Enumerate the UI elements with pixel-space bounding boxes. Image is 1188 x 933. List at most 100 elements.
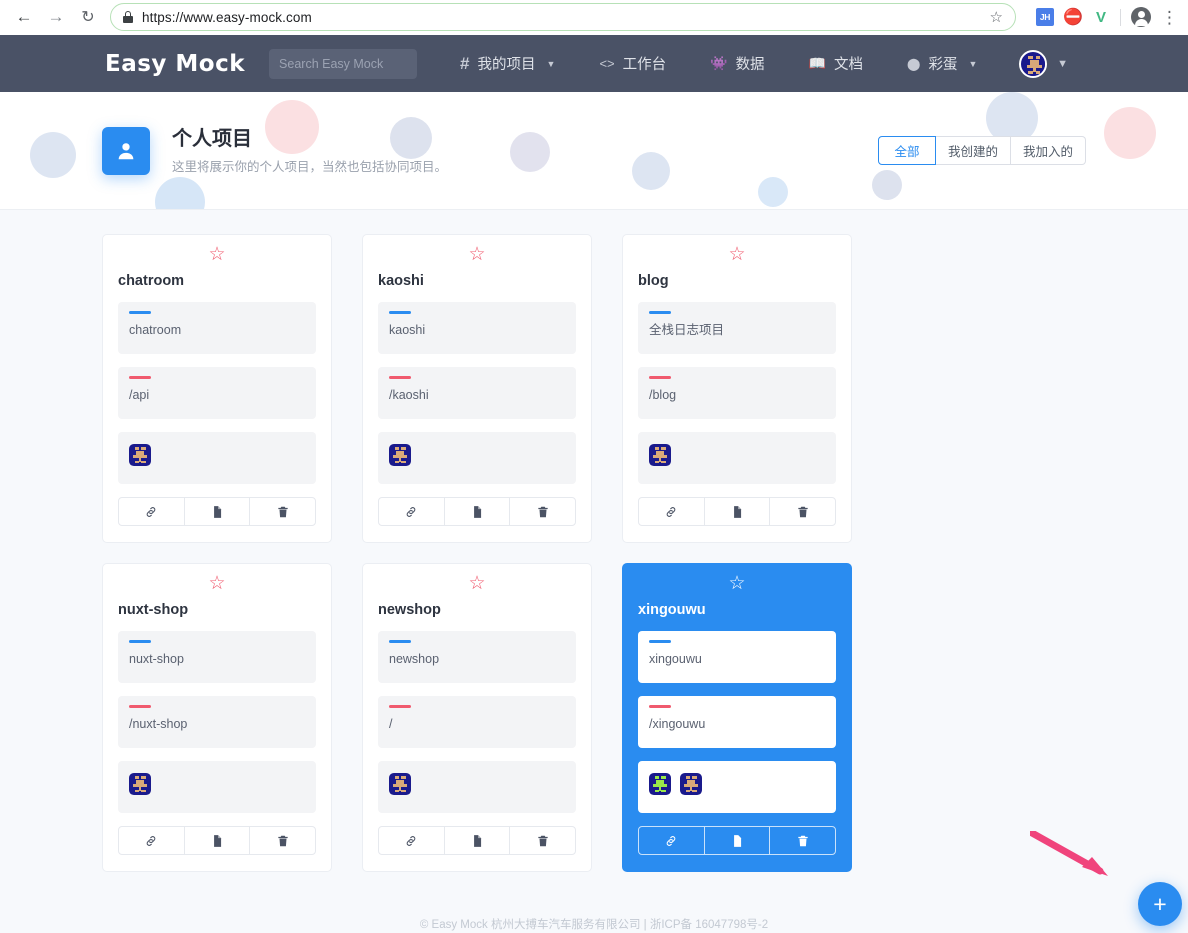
delete-project-button[interactable]: [250, 498, 315, 525]
decorative-circle: [758, 177, 788, 207]
filter-joined-by-me[interactable]: 我加入的: [1010, 136, 1086, 165]
delete-project-button[interactable]: [770, 498, 835, 525]
favorite-star-icon[interactable]: ☆: [623, 574, 851, 593]
nav-label-easter-egg: 彩蛋: [928, 57, 958, 73]
project-path: /api: [129, 387, 150, 402]
copy-project-button[interactable]: [705, 498, 771, 525]
nav-item-data[interactable]: 👾 数据: [710, 53, 764, 74]
nav-label-workbench: 工作台: [622, 57, 667, 73]
nav-label-docs: 文档: [834, 57, 863, 73]
favorite-star-icon[interactable]: ☆: [103, 245, 331, 264]
project-title: nuxt-shop: [118, 602, 189, 618]
project-card-xingouwu[interactable]: ☆ xingouwu xingouwu/xingouwu: [622, 563, 852, 872]
nav-item-my-projects[interactable]: # 我的项目 ▼: [460, 53, 555, 74]
link-icon: [404, 505, 418, 519]
project-description-field: xingouwu: [638, 631, 836, 683]
red-accent-bar: [129, 376, 151, 379]
reload-icon[interactable]: ↻: [74, 3, 102, 31]
copy-project-button[interactable]: [445, 827, 511, 854]
brand-logo[interactable]: Easy Mock: [105, 51, 245, 77]
member-avatar: [649, 773, 671, 795]
address-bar[interactable]: https://www.easy-mock.com ☆: [110, 3, 1016, 31]
copy-project-button[interactable]: [185, 827, 251, 854]
document-icon: [730, 834, 744, 848]
project-description: nuxt-shop: [129, 651, 184, 666]
link-icon: [664, 834, 678, 848]
blue-accent-bar: [649, 311, 671, 314]
user-avatar[interactable]: [1019, 49, 1048, 78]
delete-project-button[interactable]: [510, 498, 575, 525]
favorite-star-icon[interactable]: ☆: [103, 574, 331, 593]
copy-link-button[interactable]: [379, 498, 445, 525]
chevron-down-icon: ▼: [1057, 57, 1068, 70]
kebab-menu-icon[interactable]: ⋮: [1161, 9, 1178, 26]
nav-links: # 我的项目 ▼ <> 工作台 👾 数据 📖 文档 ⬤ 彩蛋 ▼: [460, 53, 977, 74]
member-avatar-row: [389, 441, 565, 466]
favorite-star-icon[interactable]: ☆: [363, 574, 591, 593]
filter-all[interactable]: 全部: [877, 136, 936, 165]
decorative-circle: [30, 132, 76, 178]
jh-extension-icon[interactable]: JH: [1036, 8, 1054, 26]
vue-devtools-icon[interactable]: V: [1092, 8, 1110, 26]
filter-created-by-me[interactable]: 我创建的: [935, 136, 1011, 165]
favorite-star-icon[interactable]: ☆: [363, 245, 591, 264]
nav-item-workbench[interactable]: <> 工作台: [599, 53, 666, 74]
back-arrow-icon[interactable]: ←: [10, 3, 38, 31]
project-card-newshop[interactable]: ☆ newshop newshop /: [362, 563, 592, 872]
project-action-bar: [638, 826, 836, 855]
search-input[interactable]: [269, 48, 418, 79]
page-subtitle: 这里将展示你的个人项目，当然也包括协同项目。: [172, 160, 448, 174]
nav-item-docs[interactable]: 📖 文档: [809, 53, 863, 74]
copy-link-button[interactable]: [379, 827, 445, 854]
star-outline-icon[interactable]: ☆: [990, 8, 1003, 26]
member-avatar: [129, 444, 151, 466]
nav-item-easter-egg[interactable]: ⬤ 彩蛋 ▼: [907, 53, 977, 74]
toolbar-divider: [1120, 8, 1121, 26]
copy-project-button[interactable]: [445, 498, 511, 525]
copy-link-button[interactable]: [639, 827, 705, 854]
delete-project-button[interactable]: [770, 827, 835, 854]
book-icon: 📖: [808, 55, 826, 71]
project-path: /kaoshi: [389, 387, 429, 402]
egg-icon: ⬤: [907, 56, 921, 71]
project-card-nuxt-shop[interactable]: ☆ nuxt-shop nuxt-shop/nuxt-shop: [102, 563, 332, 872]
favorite-star-icon[interactable]: ☆: [623, 245, 851, 264]
trash-icon: [796, 505, 810, 519]
trash-icon: [276, 834, 290, 848]
project-members-field: [118, 761, 316, 813]
link-icon: [664, 505, 678, 519]
navbar-user-area[interactable]: ▼: [1019, 49, 1068, 78]
decorative-circle: [872, 170, 902, 200]
project-card-blog[interactable]: ☆ blog 全栈日志项目/blog: [622, 234, 852, 543]
profile-avatar-icon[interactable]: [1131, 7, 1151, 27]
app-navbar: Easy Mock # 我的项目 ▼ <> 工作台 👾 数据 📖 文档 ⬤ 彩蛋…: [0, 35, 1188, 92]
link-icon: [404, 834, 418, 848]
project-action-bar: [378, 497, 576, 526]
blue-accent-bar: [129, 640, 151, 643]
link-icon: [144, 834, 158, 848]
delete-project-button[interactable]: [250, 827, 315, 854]
projects-content: ☆ chatroom chatroom/api ☆ kaoshi kaoshi/kaosh…: [0, 210, 1188, 933]
copy-link-button[interactable]: [119, 498, 185, 525]
project-path: /blog: [649, 387, 677, 402]
project-path: /: [389, 716, 393, 731]
footer-text: © Easy Mock 杭州大搏车汽车服务有限公司 | 浙ICP备 160477…: [419, 919, 769, 931]
browser-toolbar: ← → ↻ https://www.easy-mock.com ☆ JH ⛔ V…: [0, 0, 1188, 35]
project-card-chatroom[interactable]: ☆ chatroom chatroom/api: [102, 234, 332, 543]
forward-arrow-icon[interactable]: →: [42, 3, 70, 31]
copy-project-button[interactable]: [185, 498, 251, 525]
red-circle-extension-icon[interactable]: ⛔: [1063, 8, 1083, 26]
project-action-bar: [118, 826, 316, 855]
member-avatar: [649, 444, 671, 466]
copy-link-button[interactable]: [639, 498, 705, 525]
project-card-grid: ☆ chatroom chatroom/api ☆ kaoshi kaoshi/kaosh…: [102, 234, 1086, 872]
trash-icon: [536, 505, 550, 519]
project-action-bar: [118, 497, 316, 526]
copy-project-button[interactable]: [705, 827, 771, 854]
delete-project-button[interactable]: [510, 827, 575, 854]
project-card-kaoshi[interactable]: ☆ kaoshi kaoshi/kaoshi: [362, 234, 592, 543]
project-description: newshop: [389, 651, 440, 666]
copy-link-button[interactable]: [119, 827, 185, 854]
project-description-field: chatroom: [118, 302, 316, 354]
document-icon: [730, 505, 744, 519]
